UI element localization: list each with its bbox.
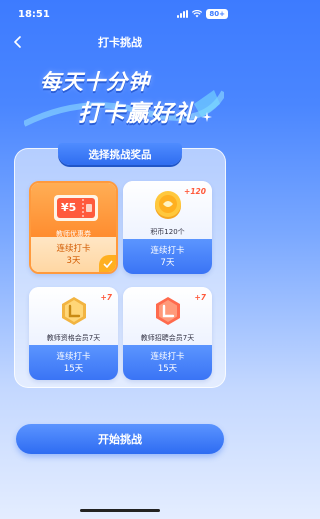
reward-name: 教师招聘会员7天	[140, 334, 195, 342]
status-bar: 18:51 80+	[0, 0, 240, 28]
streak-days: 15天	[63, 363, 84, 374]
banner-title-line1: 每天十分钟	[40, 70, 150, 94]
sparkle-icon	[202, 112, 212, 122]
battery-indicator: 80+	[206, 9, 228, 19]
status-time: 18:51	[18, 8, 50, 20]
back-button[interactable]	[8, 32, 28, 52]
red-badge-icon	[156, 297, 180, 325]
streak-days: 15天	[157, 363, 178, 374]
coupon-amount: ¥5	[61, 201, 77, 214]
reward-card-coupon[interactable]: ¥5 教师优惠券 连续打卡 3天	[29, 181, 118, 274]
chevron-left-icon	[14, 36, 21, 48]
streak-label: 连续打卡	[150, 351, 185, 362]
check-icon	[99, 255, 116, 272]
reward-name: 积币120个	[150, 228, 185, 236]
plus-badge: +7	[100, 293, 112, 302]
banner-title-line2: 打卡赢好礼	[78, 101, 198, 127]
page-title: 打卡挑战	[98, 36, 142, 49]
signal-icon	[177, 10, 189, 18]
reward-name: 教师资格会员7天	[46, 334, 101, 342]
status-icons: 80+	[177, 9, 228, 19]
nav-bar: 打卡挑战	[0, 30, 240, 54]
streak-label: 连续打卡	[150, 245, 185, 256]
wifi-icon	[192, 10, 203, 18]
reward-card-coins[interactable]: +120 积币120个 连续打卡 7天	[123, 181, 212, 274]
streak-days: 7天	[160, 257, 175, 268]
banner: 每天十分钟 打卡赢好礼	[0, 62, 240, 144]
plus-badge: +7	[194, 293, 206, 302]
panel-header: 选择挑战奖品	[58, 143, 182, 165]
start-challenge-button[interactable]: 开始挑战	[16, 424, 224, 454]
gold-badge-icon	[62, 297, 86, 325]
streak-label: 连续打卡	[56, 351, 91, 362]
plus-badge: +120	[184, 187, 206, 196]
coin-icon	[155, 191, 181, 219]
streak-label: 连续打卡	[56, 243, 91, 254]
home-indicator	[80, 509, 160, 512]
streak-days: 3天	[66, 255, 81, 266]
reward-card-qualification-member[interactable]: +7 教师资格会员7天 连续打卡 15天	[29, 287, 118, 380]
reward-card-recruitment-member[interactable]: +7 教师招聘会员7天 连续打卡 15天	[123, 287, 212, 380]
